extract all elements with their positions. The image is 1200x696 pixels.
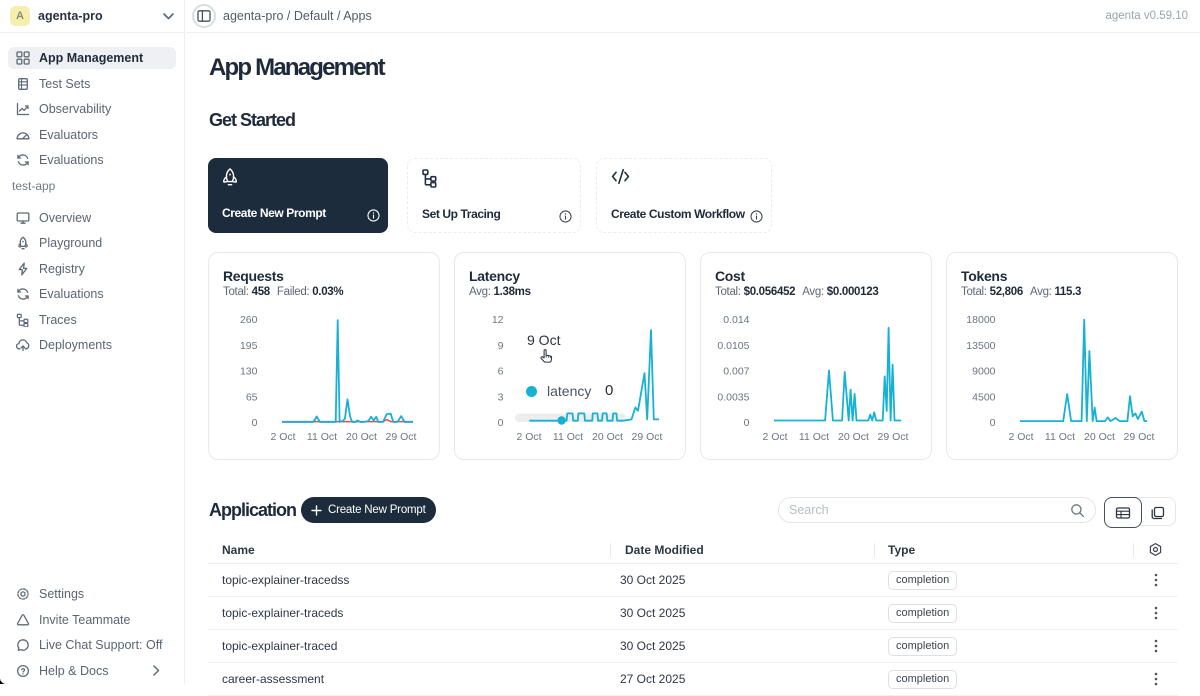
svg-text:2 Oct: 2 Oct — [270, 431, 295, 443]
svg-text:65: 65 — [246, 391, 258, 403]
svg-text:130: 130 — [240, 366, 258, 378]
svg-text:9000: 9000 — [972, 366, 996, 378]
svg-text:0.0105: 0.0105 — [717, 340, 749, 352]
svg-text:18000: 18000 — [966, 314, 995, 326]
svg-text:11 Oct: 11 Oct — [799, 431, 829, 443]
svg-text:4500: 4500 — [972, 391, 996, 403]
svg-text:29 Oct: 29 Oct — [878, 431, 909, 443]
svg-text:0: 0 — [990, 417, 996, 429]
svg-text:13500: 13500 — [966, 340, 995, 352]
svg-text:2 Oct: 2 Oct — [1008, 431, 1033, 443]
svg-text:29 Oct: 29 Oct — [1124, 431, 1155, 443]
svg-text:0.014: 0.014 — [723, 314, 749, 326]
svg-text:20 Oct: 20 Oct — [1084, 431, 1115, 443]
svg-text:11 Oct: 11 Oct — [1045, 431, 1075, 443]
svg-text:20 Oct: 20 Oct — [838, 431, 869, 443]
svg-text:2 Oct: 2 Oct — [762, 431, 787, 443]
svg-text:0: 0 — [744, 417, 750, 429]
svg-text:20 Oct: 20 Oct — [346, 431, 377, 443]
svg-text:0: 0 — [252, 417, 258, 429]
svg-text:11 Oct: 11 Oct — [307, 431, 337, 443]
svg-text:260: 260 — [240, 314, 258, 326]
svg-text:195: 195 — [240, 340, 258, 352]
svg-text:0.0035: 0.0035 — [717, 391, 749, 403]
svg-text:0.007: 0.007 — [723, 366, 749, 378]
svg-text:29 Oct: 29 Oct — [386, 431, 417, 443]
